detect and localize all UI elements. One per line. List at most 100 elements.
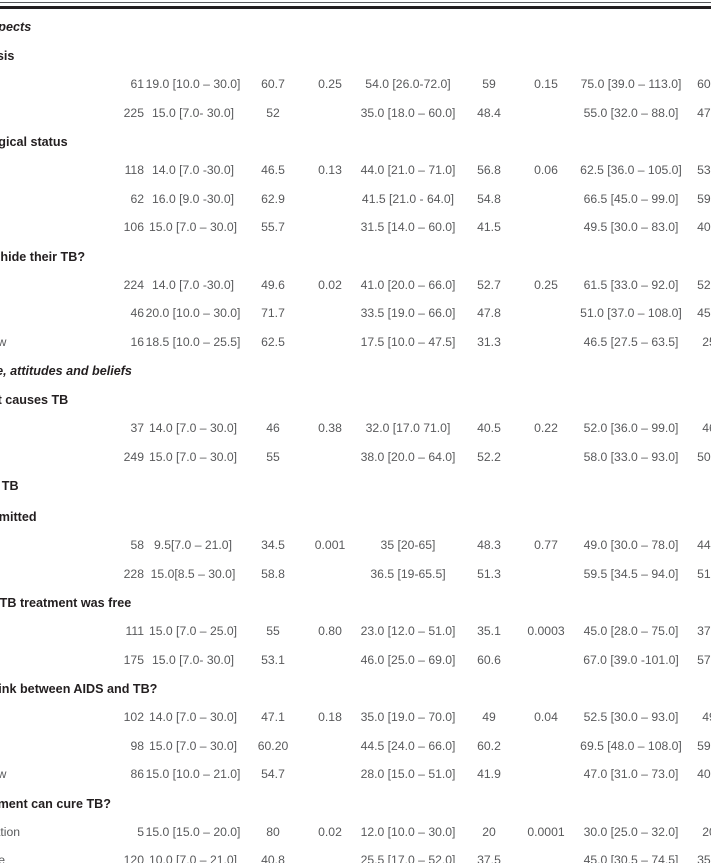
group-title: Knew what causes TB [0,385,711,414]
cell-percent-1: 80 [266,824,280,839]
table-body: Clinical aspects Haemoptysis Yes 6119.0 [10… [0,12,711,863]
cell-median-1: 15.0 [7.0 – 30.0] [148,738,238,753]
cell-pvalue-1 [304,99,356,127]
cell-percent-1: 54.7 [261,767,285,782]
table-row: Self-medication 515.0 [15.0 – 20.0] 80 0.02… [0,818,711,846]
section-title-text: Clinical aspects [0,20,32,34]
cell-median-2: 36.5 [19-65.5] [370,566,446,581]
cell-pvalue-2 [518,732,574,760]
cell-percent-1: 55.7 [261,220,285,235]
table-row: Yes 37 14.0 [7.0 – 30.0] 46 0.38 32.0 [17.0 7… [0,414,711,442]
group-title: Knew that TB treatment was free [0,588,711,617]
cell-percent-2: 49 [482,710,496,725]
cell-median-2: 33.5 [19.0 – 66.0] [360,306,456,321]
group-title-text: Is there a link between AIDS and TB? [0,682,158,697]
row-label-text: Self-medication [0,824,20,839]
cell-percent-1: 34.5 [261,538,285,553]
table-group-header: Knew that TB treatment was free [0,588,711,617]
cell-median-3: 52.5 [30.0 – 93.0] [583,710,679,725]
group-title-text: Knew how TBtransmitted [0,479,37,524]
cell-percent-3: 25 [702,334,711,349]
cell-percent-3: 35.8 [697,853,711,863]
table-row: Medical care 120 10.0 [7.0 – 21.0] 40.8 25.5… [0,846,711,863]
cell-percent-3: 60.7 [697,77,711,92]
section-title: Knowledge, attitudes and beliefs [0,356,711,385]
cell-pvalue-2: 0.25 [534,277,558,292]
row-label-text: Did not know [0,334,7,349]
cell-percent-3: 59.2 [697,738,711,753]
table-row: Positive 62 16.0 [9.0 -30.0] 62.9 41.5 [21.0… [0,185,711,213]
cell-pvalue-2 [518,185,574,213]
cell-percent-2: 56.8 [477,163,501,178]
cell-median-3: 30.0 [25.0 – 32.0] [583,824,679,839]
group-title: Haemoptysis [0,41,711,70]
cell-median-3: 59.5 [34.5 – 94.0] [583,566,679,581]
cell-median-3: 62.5 [36.0 – 105.0] [580,163,682,178]
row-label-text: Medical care [0,853,6,863]
cell-n: 118 [124,163,144,178]
cell-percent-2: 51.3 [477,566,501,581]
group-title-text: What treatment can cure TB? [0,796,111,811]
table-section-header: Knowledge, attitudes and beliefs [0,356,711,385]
cell-pvalue-1 [304,185,356,213]
cell-median-1: 15.0 [7.0 – 25.0] [148,624,238,639]
cell-n: 16 [130,334,144,349]
cell-percent-3: 46 [702,421,711,436]
cell-pvalue-2 [518,846,574,863]
table-row: No 228 15.0[8.5 – 30.0] 58.8 36.5 [19-65.5] 5… [0,560,711,588]
cell-pvalue-1 [304,646,356,674]
cell-pvalue-1 [304,760,356,788]
cell-pvalue-2: 0.77 [534,538,558,553]
section-title-text: Knowledge, attitudes and beliefs [0,364,132,379]
cell-median-3: 45.0 [28.0 – 75.0] [583,624,679,639]
cell-percent-3: 50.6 [697,449,711,464]
row-label: Yes [0,414,118,442]
cell-pvalue-2 [518,299,574,327]
table-group-header: HIV serological status [0,127,711,156]
table-group-header: Haemoptysis [0,41,711,70]
cell-n: 106 [123,220,144,235]
cell-percent-3: 47.1 [697,105,711,120]
cell-median-1: 9.5[7.0 – 21.0] [154,538,232,553]
cell-median-2: 54.0 [26.0-72.0] [365,77,451,92]
table-group-header: Knew what causes TB [0,385,711,414]
cell-median-2: 23.0 [12.0 – 51.0] [360,624,456,639]
cell-percent-1: 47.1 [261,710,285,725]
row-label: Did not know [0,760,118,788]
table-row: Unknown 106 15.0 [7.0 – 30.0] 55.7 31.5 [14.… [0,213,711,241]
cell-median-1: 15.0[8.5 – 30.0] [150,566,236,581]
cell-percent-1: 40.8 [261,853,285,863]
cell-median-2: 35 [20-65] [380,538,436,553]
cell-pvalue-2 [518,328,574,356]
cell-pvalue-2: 0.22 [534,421,558,436]
row-label: Yes [0,617,118,645]
cell-median-2: 35.0 [18.0 – 60.0] [360,105,456,120]
delay-statistics-table: Clinical aspects Haemoptysis Yes 6119.0 [10… [0,12,711,863]
cell-n: 61 [130,77,144,92]
cell-percent-2: 48.4 [477,105,501,120]
group-title: Do people hide their TB? [0,242,711,271]
cell-median-3: 49.0 [30.0 – 78.0] [583,538,679,553]
cell-median-1: 16.0 [9.0 -30.0] [152,191,234,206]
row-label: Positive [0,185,118,213]
cell-median-3: 55.0 [32.0 – 88.0] [583,105,679,120]
table-row: Yes 58 9.5[7.0 – 21.0] 34.5 0.001 35 [20-65] 4… [0,531,711,559]
table-row: No 4620.0 [10.0 – 30.0] 71.7 33.5 [19.0 – 6… [0,299,711,327]
cell-pvalue-1 [304,846,356,863]
cell-median-1: 19.0 [10.0 – 30.0] [145,77,241,92]
group-title: What treatment can cure TB? [0,789,711,818]
table-row: Yes 224 14.0 [7.0 -30.0] 49.6 0.02 41.0 [20.0… [0,271,711,299]
cell-percent-3: 40.7 [697,767,711,782]
row-label-text: Did not know [0,767,7,782]
cell-percent-2: 40.5 [477,421,501,436]
row-label: No [0,99,118,127]
cell-pvalue-2: 0.04 [534,710,558,725]
cell-pvalue-2 [518,213,574,241]
cell-median-1: 18.5 [10.0 – 25.5] [145,334,241,349]
row-label: Negative [0,156,118,184]
cell-n: 224 [123,277,144,292]
cell-percent-3: 57.7 [697,652,711,667]
cell-pvalue-2: 0.0003 [527,624,565,639]
cell-percent-2: 41.5 [477,220,501,235]
cell-percent-1: 71.7 [261,306,285,321]
